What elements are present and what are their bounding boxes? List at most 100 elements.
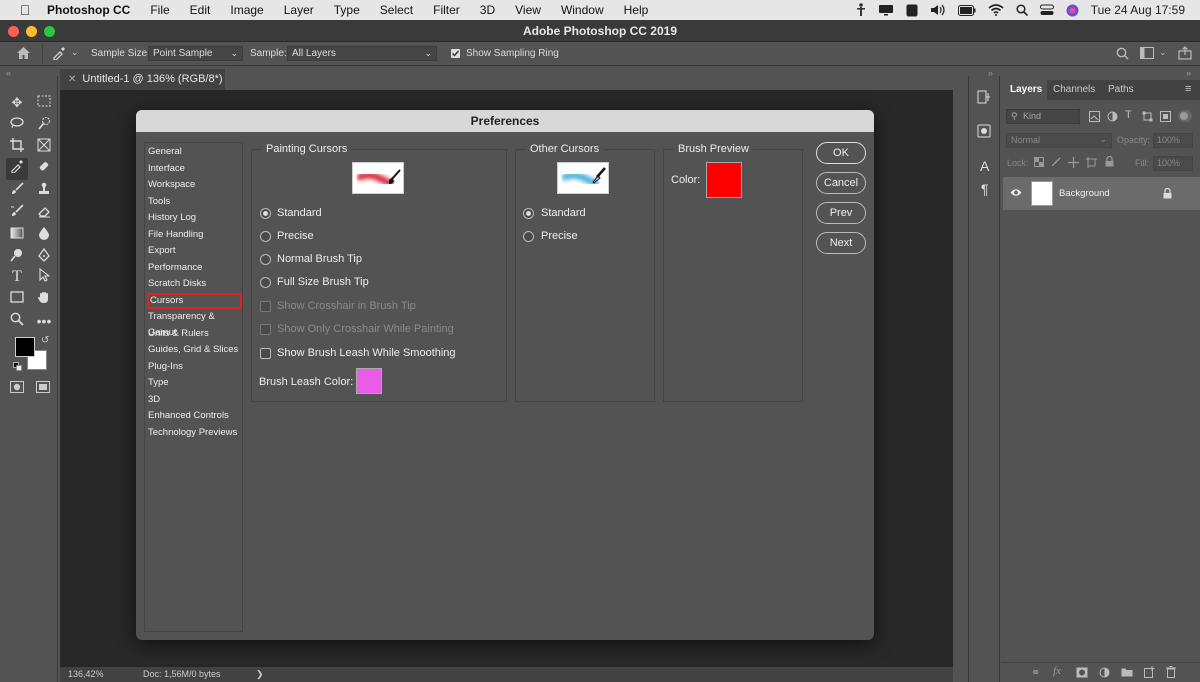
new-adjustment-layer-icon[interactable] (1099, 667, 1110, 678)
menubar-datetime[interactable]: Tue 24 Aug 17:59 (1091, 3, 1185, 17)
menu-filter[interactable]: Filter (433, 3, 460, 17)
lock-position-icon[interactable] (1068, 157, 1079, 168)
other-precise-label[interactable]: Precise (541, 229, 578, 243)
menu-3d[interactable]: 3D (480, 3, 495, 17)
marquee-tool-icon[interactable] (35, 94, 53, 112)
path-selection-tool-icon[interactable] (35, 267, 53, 286)
zoom-tool-icon[interactable] (8, 312, 26, 330)
category-workspace[interactable]: Workspace (147, 177, 242, 193)
display-icon[interactable] (878, 4, 894, 16)
link-layers-icon[interactable]: ⚭ (1031, 666, 1040, 679)
clone-stamp-tool-icon[interactable] (35, 182, 53, 200)
filter-type-icon[interactable]: T (1125, 109, 1132, 121)
other-precise-radio[interactable] (523, 231, 534, 242)
filter-shape-icon[interactable] (1142, 111, 1153, 122)
frame-tool-icon[interactable] (35, 138, 53, 156)
delete-layer-icon[interactable] (1166, 666, 1176, 678)
window-minimize-button[interactable] (26, 26, 37, 37)
quick-selection-tool-icon[interactable] (35, 116, 53, 134)
show-brush-leash-checkbox[interactable] (260, 348, 271, 359)
new-layer-icon[interactable] (1144, 666, 1155, 678)
lasso-tool-icon[interactable] (8, 116, 26, 134)
close-document-icon[interactable]: ✕ (68, 74, 76, 85)
category-history-log[interactable]: History Log (147, 210, 242, 226)
document-tab[interactable]: ✕ Untitled-1 @ 136% (RGB/8*) (60, 69, 225, 90)
gradient-tool-icon[interactable] (8, 226, 26, 244)
menu-window[interactable]: Window (561, 3, 604, 17)
lock-image-icon[interactable] (1051, 157, 1061, 167)
filter-pixel-icon[interactable] (1089, 111, 1100, 122)
layer-style-icon[interactable]: fx (1053, 665, 1061, 677)
ok-button[interactable]: OK (816, 142, 866, 164)
category-performance[interactable]: Performance (147, 260, 242, 276)
eyedropper-tool-preset-icon[interactable] (52, 46, 66, 60)
quick-mask-icon[interactable] (10, 381, 24, 393)
menu-select[interactable]: Select (380, 3, 413, 17)
painting-precise-radio[interactable] (260, 231, 271, 242)
history-panel-icon[interactable] (977, 90, 991, 104)
history-brush-tool-icon[interactable] (8, 204, 26, 222)
fill-input[interactable]: 100% (1153, 156, 1193, 171)
foreground-color-swatch-top[interactable] (15, 337, 35, 357)
next-button[interactable]: Next (816, 232, 866, 254)
menu-help[interactable]: Help (624, 3, 649, 17)
adjustments-panel-icon[interactable] (977, 124, 991, 138)
tab-channels[interactable]: Channels (1053, 80, 1095, 100)
menu-app-name[interactable]: Photoshop CC (47, 3, 130, 17)
hand-tool-icon[interactable] (35, 290, 53, 308)
volume-icon[interactable] (930, 4, 946, 16)
search-icon[interactable] (1116, 47, 1129, 60)
screen-mode-icon[interactable] (36, 381, 50, 393)
eyedropper-tool-icon[interactable] (6, 158, 28, 180)
tab-paths[interactable]: Paths (1108, 80, 1134, 100)
lock-artboard-icon[interactable] (1086, 157, 1097, 168)
rectangle-tool-icon[interactable] (8, 290, 26, 308)
collapse-tools-icon[interactable]: « (6, 68, 11, 78)
other-standard-label[interactable]: Standard (541, 206, 586, 220)
opacity-input[interactable]: 100% (1153, 133, 1193, 148)
category-export[interactable]: Export (147, 243, 242, 259)
category-guides-grid-slices[interactable]: Guides, Grid & Slices (147, 342, 242, 358)
eraser-tool-icon[interactable] (35, 204, 53, 222)
dodge-tool-icon[interactable] (8, 248, 26, 266)
painting-normal-brush-tip-radio[interactable] (260, 254, 271, 265)
show-brush-leash-label[interactable]: Show Brush Leash While Smoothing (277, 346, 456, 360)
add-mask-icon[interactable] (1076, 667, 1088, 678)
category-3d[interactable]: 3D (147, 392, 242, 408)
category-file-handling[interactable]: File Handling (147, 227, 242, 243)
keyboard-input-icon[interactable] (906, 4, 918, 17)
painting-standard-label[interactable]: Standard (277, 206, 322, 220)
move-tool-icon[interactable]: ✥ (8, 94, 26, 112)
other-standard-radio[interactable] (523, 208, 534, 219)
painting-normal-brush-tip-label[interactable]: Normal Brush Tip (277, 252, 362, 266)
show-sampling-ring-checkbox[interactable] (451, 49, 460, 58)
layer-row-background[interactable]: Background (1003, 177, 1200, 210)
sample-select[interactable]: All Layers ⌄ (287, 46, 437, 61)
painting-full-size-brush-tip-label[interactable]: Full Size Brush Tip (277, 275, 369, 289)
accessibility-icon[interactable] (856, 3, 866, 17)
painting-standard-radio[interactable] (260, 208, 271, 219)
new-group-icon[interactable] (1121, 667, 1133, 677)
painting-full-size-brush-tip-radio[interactable] (260, 277, 271, 288)
siri-icon[interactable] (1066, 4, 1079, 17)
pen-tool-icon[interactable] (35, 247, 53, 266)
category-technology-previews[interactable]: Technology Previews (147, 425, 242, 441)
category-units-rulers[interactable]: Units & Rulers (147, 326, 242, 342)
healing-brush-tool-icon[interactable] (35, 160, 53, 178)
menu-view[interactable]: View (515, 3, 541, 17)
lock-transparent-icon[interactable] (1034, 157, 1044, 167)
category-enhanced-controls[interactable]: Enhanced Controls (147, 408, 242, 424)
menu-file[interactable]: File (150, 3, 169, 17)
prev-button[interactable]: Prev (816, 202, 866, 224)
brush-leash-color-swatch[interactable] (356, 368, 382, 394)
zoom-level[interactable]: 136,42% (68, 667, 104, 682)
tool-preset-chevron-down-icon[interactable]: ⌄ (71, 47, 79, 58)
apple-icon[interactable]:  (17, 2, 33, 18)
share-icon[interactable] (1178, 46, 1192, 60)
painting-precise-label[interactable]: Precise (277, 229, 314, 243)
battery-icon[interactable] (957, 4, 976, 16)
category-general[interactable]: General (147, 144, 242, 160)
menu-image[interactable]: Image (230, 3, 263, 17)
paragraph-panel-icon[interactable]: ¶ (981, 181, 989, 197)
more-tools-icon[interactable]: ••• (35, 312, 53, 330)
